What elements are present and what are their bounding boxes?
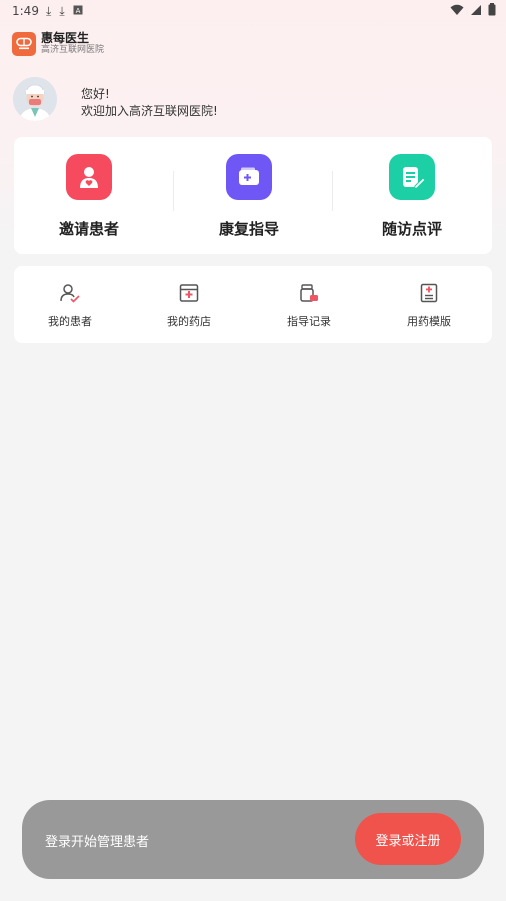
battery-icon	[488, 3, 496, 19]
action-label: 邀请患者	[58, 220, 119, 238]
menu-label: 用药模版	[407, 315, 451, 328]
followup-review-icon	[389, 154, 435, 200]
app-brand: 惠每医生 高济互联网医院	[12, 31, 104, 56]
login-prompt-text: 登录开始管理患者	[45, 835, 150, 850]
wifi-icon	[450, 4, 464, 19]
greeting-welcome: 欢迎加入高济互联网医院!	[81, 104, 218, 118]
guide-records-icon	[298, 282, 320, 304]
app-name: 惠每医生	[41, 31, 90, 45]
status-bar: 1:49 ⤓ ⤓ A	[0, 0, 506, 22]
download-icon: ⤓	[46, 4, 52, 18]
greeting-hello: 您好!	[81, 87, 110, 101]
menu-item-guide-records[interactable]: 指导记录	[259, 282, 359, 329]
action-followup-review[interactable]: 随访点评	[352, 154, 472, 239]
menu-label: 我的患者	[48, 315, 92, 328]
app-notification-icon: A	[73, 4, 83, 19]
action-label: 康复指导	[218, 220, 279, 238]
action-invite-patient[interactable]: 邀请患者	[29, 154, 149, 239]
action-rehab-guide[interactable]: 康复指导	[189, 154, 309, 239]
menu-item-medication-template[interactable]: 用药模版	[379, 282, 479, 329]
login-register-button[interactable]: 登录或注册	[355, 813, 461, 865]
rehab-guide-icon	[226, 154, 272, 200]
login-prompt-bar: 登录开始管理患者 登录或注册	[22, 800, 484, 879]
menu-item-my-patients[interactable]: 我的患者	[20, 282, 120, 329]
svg-text:A: A	[75, 7, 80, 15]
action-label: 随访点评	[381, 220, 442, 238]
invite-patient-icon	[66, 154, 112, 200]
divider	[332, 171, 333, 211]
doctor-avatar[interactable]	[13, 77, 57, 121]
menu-card: 我的患者 我的药店 指导记录 用药模版	[14, 266, 492, 343]
app-subtitle: 高济互联网医院	[41, 45, 105, 55]
quick-actions-card: 邀请患者 康复指导 随访点评	[14, 137, 492, 254]
app-logo-icon	[12, 31, 36, 56]
signal-icon	[470, 4, 482, 19]
status-time: 1:49	[12, 4, 39, 18]
menu-label: 指导记录	[287, 315, 331, 328]
download-icon: ⤓	[59, 4, 65, 18]
my-patients-icon	[59, 282, 81, 304]
medication-template-icon	[418, 282, 440, 304]
welcome-greeting: 您好! 欢迎加入高济互联网医院!	[81, 86, 218, 120]
divider	[173, 171, 174, 211]
my-pharmacy-icon	[178, 282, 200, 304]
menu-label: 我的药店	[167, 315, 211, 328]
menu-item-my-pharmacy[interactable]: 我的药店	[139, 282, 239, 329]
